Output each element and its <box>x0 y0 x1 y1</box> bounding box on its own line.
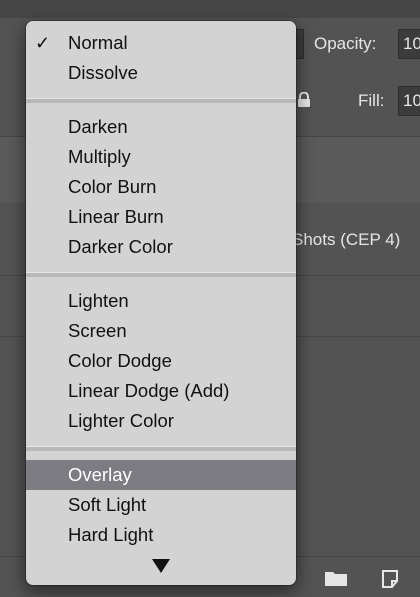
menu-item-overlay[interactable]: Overlay <box>26 460 296 490</box>
menu-item-normal[interactable]: ✓ Normal <box>26 28 296 58</box>
menu-item-lighter-color[interactable]: Lighter Color <box>26 406 296 436</box>
menu-item-linear-burn[interactable]: Linear Burn <box>26 202 296 232</box>
menu-separator <box>26 98 296 103</box>
menu-item-label: Hard Light <box>68 524 154 545</box>
menu-item-label: Multiply <box>68 146 131 167</box>
opacity-label: Opacity: <box>314 34 377 53</box>
menu-item-darken[interactable]: Darken <box>26 112 296 142</box>
menu-item-label: Dissolve <box>68 62 138 83</box>
menu-item-label: Color Burn <box>68 176 157 197</box>
panel-header-strip <box>0 0 420 19</box>
menu-item-soft-light[interactable]: Soft Light <box>26 490 296 520</box>
menu-item-hard-light[interactable]: Hard Light <box>26 520 296 550</box>
menu-item-label: Color Dodge <box>68 350 172 371</box>
menu-item-label: Darker Color <box>68 236 173 257</box>
fill-label: Fill: <box>358 91 385 110</box>
menu-item-label: Soft Light <box>68 494 147 515</box>
lock-icon[interactable] <box>297 91 311 107</box>
menu-item-label: Darken <box>68 116 128 137</box>
menu-item-label: Lighter Color <box>68 410 174 431</box>
menu-item-label: Lighten <box>68 290 129 311</box>
new-layer-icon[interactable] <box>380 569 400 594</box>
fill-field[interactable]: 10 <box>398 86 420 116</box>
menu-separator <box>26 446 296 451</box>
layer-name: Shots (CEP 4) <box>292 230 401 249</box>
menu-item-color-burn[interactable]: Color Burn <box>26 172 296 202</box>
menu-item-screen[interactable]: Screen <box>26 316 296 346</box>
menu-item-label: Normal <box>68 32 128 53</box>
menu-item-dissolve[interactable]: Dissolve <box>26 58 296 88</box>
menu-item-label: Linear Dodge (Add) <box>68 380 230 401</box>
blend-mode-menu: ✓ Normal Dissolve Darken Multiply Color … <box>26 21 296 585</box>
menu-item-multiply[interactable]: Multiply <box>26 142 296 172</box>
checkmark-icon: ✓ <box>35 33 51 53</box>
menu-separator <box>26 272 296 277</box>
menu-item-label: Linear Burn <box>68 206 164 227</box>
opacity-field[interactable]: 10 <box>398 29 420 59</box>
scroll-down-arrow-icon[interactable] <box>150 558 172 574</box>
menu-item-darker-color[interactable]: Darker Color <box>26 232 296 262</box>
menu-item-linear-dodge-add[interactable]: Linear Dodge (Add) <box>26 376 296 406</box>
folder-icon[interactable] <box>324 569 348 592</box>
menu-item-label: Screen <box>68 320 127 341</box>
menu-item-lighten[interactable]: Lighten <box>26 286 296 316</box>
menu-item-color-dodge[interactable]: Color Dodge <box>26 346 296 376</box>
menu-item-label: Overlay <box>68 464 132 485</box>
